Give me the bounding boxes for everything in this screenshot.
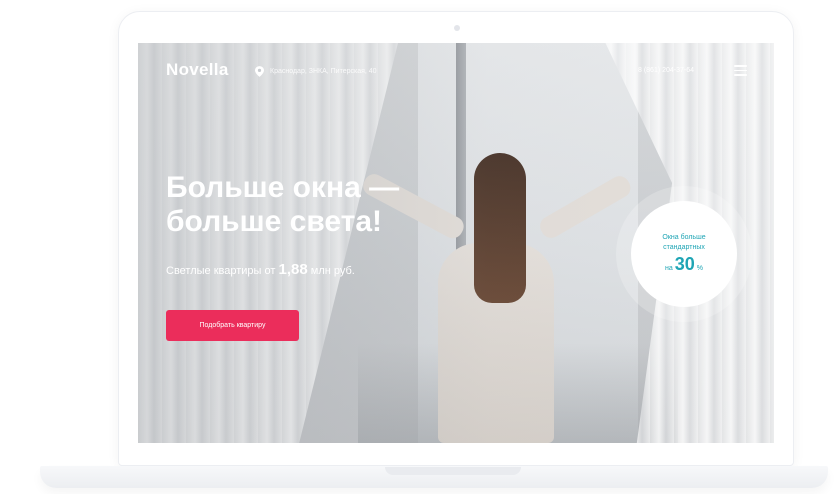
hero-subtitle: Светлые квартиры от 1,88 млн руб. bbox=[166, 261, 355, 278]
address-text: Краснодар, ЗНКА, Питерская, 40 bbox=[270, 68, 377, 75]
subtitle-prefix: Светлые квартиры от bbox=[166, 265, 276, 277]
badge-line-2: стандартных bbox=[663, 244, 705, 251]
badge-line-1: Окна больше bbox=[662, 234, 706, 241]
badge-value-row: на 30 % bbox=[665, 254, 703, 275]
window-size-badge: Окна больше стандартных на 30 % bbox=[631, 201, 737, 307]
price-value: 1,88 bbox=[278, 261, 308, 278]
hero-title: Больше окна — больше света! bbox=[166, 171, 400, 238]
badge-number: 30 bbox=[674, 254, 695, 274]
website-screen: Novella Краснодар, ЗНКА, Питерская, 40 8… bbox=[138, 43, 774, 443]
laptop-notch bbox=[385, 467, 521, 475]
address-block[interactable]: Краснодар, ЗНКА, Питерская, 40 bbox=[255, 66, 377, 77]
badge-unit: % bbox=[696, 265, 704, 272]
pin-icon bbox=[255, 66, 264, 77]
badge-prefix: на bbox=[664, 265, 673, 272]
phone-number[interactable]: 8 (861) 204-37-64 bbox=[638, 67, 694, 74]
select-apartment-button[interactable]: Подобрать квартиру bbox=[166, 310, 299, 341]
hamburger-menu-icon[interactable] bbox=[734, 65, 747, 76]
subtitle-suffix: млн руб. bbox=[310, 265, 355, 277]
logo[interactable]: Novella bbox=[166, 60, 229, 80]
camera-icon bbox=[454, 25, 460, 31]
